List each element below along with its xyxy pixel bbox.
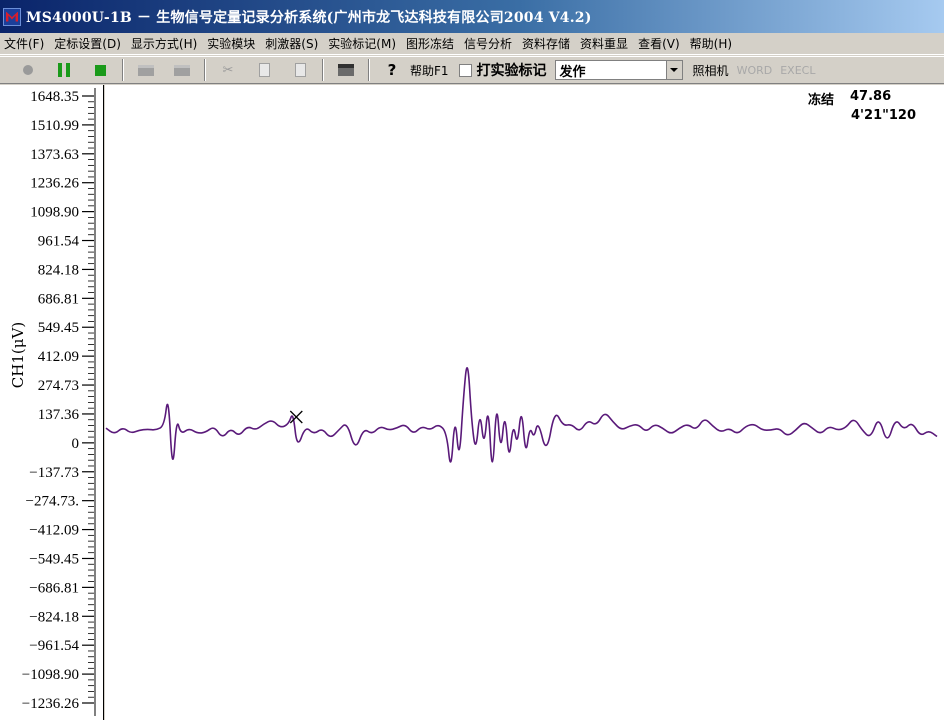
y-axis-tick-label: 549.45 (38, 320, 79, 336)
signal-series-line (105, 367, 938, 463)
signal-chart: 1648.35 1510.99 1373.63 1236.26 1098.90 961.5… (22, 88, 938, 716)
y-axis-tick-label: 1236.26 (30, 176, 79, 192)
y-axis-tick-label: 1510.99 (30, 118, 79, 134)
y-axis-tick-label: −412.09 (29, 523, 79, 539)
y-axis-label: CH1(μV) (9, 321, 27, 389)
app-window: MS4000U-1B － 生物信号定量记录分析系统(广州市龙飞达科技有限公司20… (0, 0, 944, 720)
y-axis-tick-label: 1648.35 (30, 89, 79, 105)
freeze-time: 4'21"120 (851, 108, 917, 123)
y-axis-tick-label: −686.81 (29, 580, 79, 596)
y-axis-tick-label: −1236.26 (22, 696, 80, 712)
y-axis-tick-label: 824.18 (38, 262, 79, 278)
freeze-label: 冻结 (808, 93, 835, 108)
y-axis-tick-label: −961.54 (29, 638, 79, 654)
y-axis-tick-label: −137.73 (29, 465, 79, 481)
y-axis-tick-label: −274.73. (26, 494, 79, 510)
y-axis-tick-label: −824.18 (29, 609, 79, 625)
y-axis-tick-label: −1098.90 (22, 667, 79, 683)
y-axis-tick-label: −549.45 (29, 551, 79, 567)
y-axis-ticks (82, 88, 96, 716)
y-axis-tick-label: 0 (72, 436, 80, 452)
y-axis-tick-label: 961.54 (38, 234, 80, 250)
y-axis-tick-label: 137.36 (38, 407, 80, 423)
y-axis-tick-labels: 1648.35 1510.99 1373.63 1236.26 1098.90 961.5… (22, 89, 80, 712)
y-axis-tick-label: 1373.63 (30, 147, 79, 163)
y-axis-tick-label: 686.81 (38, 291, 79, 307)
freeze-value: 47.86 (850, 89, 892, 104)
y-axis-tick-label: 1098.90 (30, 205, 79, 221)
y-axis-tick-label: 274.73 (38, 378, 79, 394)
y-axis-tick-label: 412.09 (38, 349, 79, 365)
